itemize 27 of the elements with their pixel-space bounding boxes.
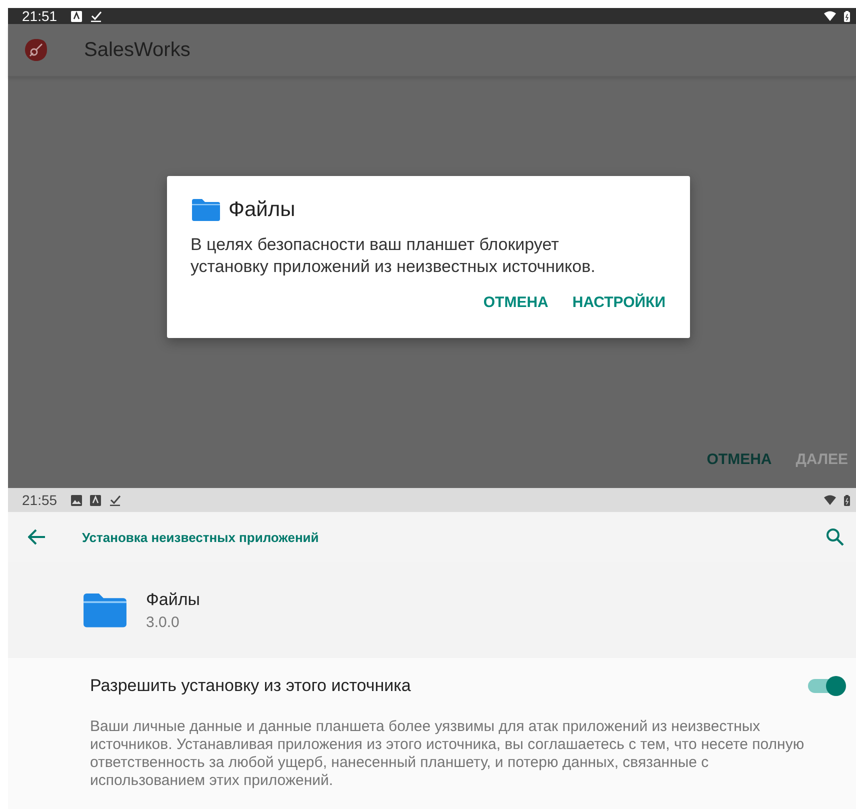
download-done-icon: [109, 494, 122, 506]
battery-icon: [844, 10, 850, 22]
dialog-button[interactable]: ОТМЕНА: [483, 294, 548, 311]
app-version: 3.0.0: [146, 614, 180, 630]
status-time: 21:55: [22, 492, 58, 508]
toolbar-title: Установка неизвестных приложений: [82, 530, 319, 544]
battery-icon: [844, 494, 850, 506]
download-done-icon: [90, 10, 102, 22]
app-name: Файлы: [146, 590, 200, 610]
toggle-switch[interactable]: [808, 679, 844, 693]
folder-icon: [190, 198, 220, 222]
back-arrow-icon[interactable]: [28, 529, 46, 545]
dialog-button[interactable]: НАСТРОЙКИ: [572, 294, 666, 311]
app-title: SalesWorks: [84, 38, 190, 62]
notification-icon: [90, 494, 102, 506]
dialog-title: Файлы: [228, 198, 296, 222]
wifi-icon: [824, 495, 836, 505]
status-time: 21:51: [22, 8, 58, 24]
setting-label: Разрешить установку из этого источника: [90, 676, 412, 696]
search-icon[interactable]: [826, 528, 844, 546]
warning-text: Ваши личные данные и данные планшета более уязвимы для атак приложений из неизвестных источников. Устанавливая приложения из этого источника, вы соглашаетесь с тем, что несете полную ответственность за любой ущерб, нанесенный планшету, и потерю данных, связанные с использованием этих приложений.: [90, 718, 806, 790]
image-icon: [71, 494, 82, 506]
wifi-icon: [824, 11, 836, 21]
app-logo-icon: [24, 38, 48, 62]
dialog-message: В целях безопасности ваш планшет блокирует установку приложений из неизвестных источников.: [190, 234, 596, 278]
notification-icon: [71, 10, 82, 22]
folder-icon: [82, 592, 128, 628]
